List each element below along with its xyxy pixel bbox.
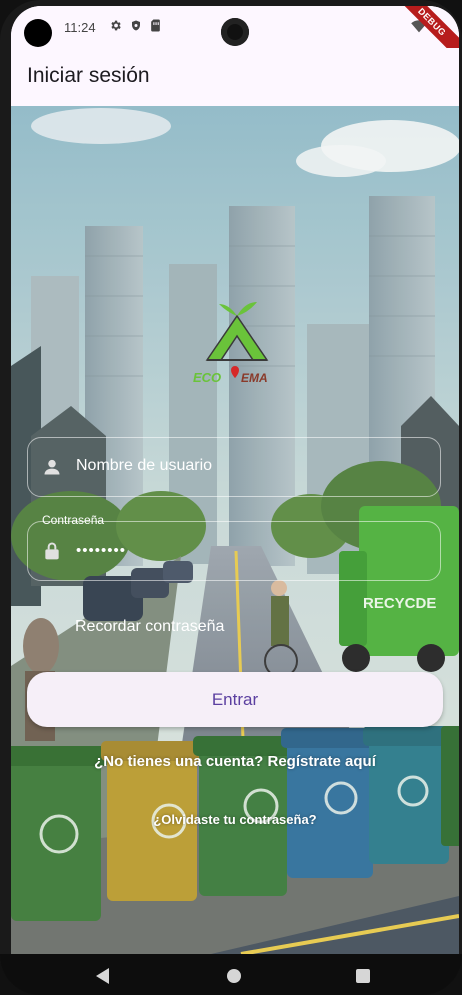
recent-apps-icon[interactable] [356, 969, 370, 983]
person-icon [44, 459, 60, 475]
username-placeholder: Nombre de usuario [76, 457, 213, 474]
shield-icon [132, 20, 140, 31]
eco-ema-logo: ECO EMA [191, 298, 283, 398]
app-bar: Iniciar sesión [11, 48, 459, 106]
front-camera-cutout [24, 19, 52, 47]
lock-icon [45, 542, 59, 560]
sim-card-icon [151, 19, 160, 32]
remember-password-checkbox[interactable]: Recordar contraseña [75, 618, 224, 636]
logo-text-ema: EMA [241, 371, 268, 385]
device-frame: RECYCDE 11:24 DEBUG Iniciar sesión ECO E… [0, 0, 462, 995]
password-field[interactable]: Contraseña •••••••• [27, 513, 441, 581]
page-title: Iniciar sesión [27, 64, 150, 87]
gear-icon [111, 20, 121, 31]
register-link[interactable]: ¿No tienes una cuenta? Regístrate aquí [11, 753, 459, 770]
status-time: 11:24 [64, 20, 96, 35]
forgot-password-link[interactable]: ¿Olvidaste tu contraseña? [11, 812, 459, 827]
system-navigation-bar [0, 954, 462, 995]
password-value: •••••••• [76, 542, 127, 559]
back-icon[interactable] [95, 967, 111, 985]
password-label: Contraseña [42, 513, 105, 527]
username-field[interactable]: Nombre de usuario [27, 437, 441, 497]
location-pin-icon [231, 366, 239, 378]
status-bar: 11:24 DEBUG [11, 6, 459, 67]
center-camera-cutout [221, 18, 249, 46]
app-screen: RECYCDE 11:24 DEBUG Iniciar sesión ECO E… [11, 6, 459, 954]
home-icon[interactable] [227, 969, 241, 983]
logo-text-eco: ECO [193, 370, 221, 385]
login-button[interactable]: Entrar [27, 672, 443, 727]
